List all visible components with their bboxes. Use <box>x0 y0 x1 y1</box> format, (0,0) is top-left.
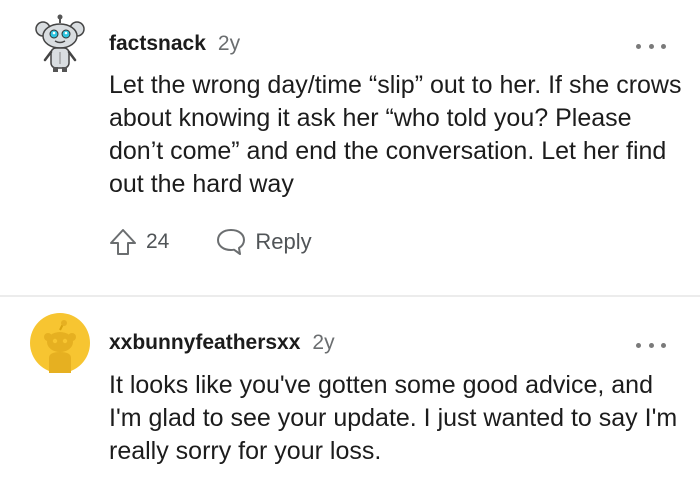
comment-age: 2y <box>312 331 335 354</box>
username-link[interactable]: xxbunnyfeathersxx <box>109 331 300 354</box>
dot-icon <box>636 43 641 49</box>
speech-bubble-icon <box>217 229 246 255</box>
default-snoo-avatar-icon <box>30 313 90 373</box>
comment-body: Let the wrong day/time “slip” out to her… <box>109 71 682 198</box>
user-avatar[interactable] <box>30 313 90 373</box>
dot-icon <box>648 43 654 49</box>
comment-body: It looks like you've gotten some good ad… <box>109 371 678 465</box>
robot-snoo-avatar-icon <box>35 14 85 72</box>
dot-icon <box>661 43 666 49</box>
username-link[interactable]: factsnack <box>109 32 206 55</box>
dot-icon <box>648 342 654 348</box>
comment-age: 2y <box>217 32 241 55</box>
reply-label: Reply <box>255 229 312 254</box>
more-options-button[interactable] <box>636 339 666 351</box>
dot-icon <box>636 342 641 348</box>
comment-actions: 24 Reply <box>108 224 312 260</box>
vote-count: 24 <box>146 230 170 253</box>
upvote-button[interactable]: 24 <box>108 227 169 257</box>
user-avatar[interactable] <box>30 14 90 74</box>
reply-button[interactable]: Reply <box>215 227 312 257</box>
comment-meta: factsnack 2y <box>109 32 240 56</box>
more-options-button[interactable] <box>636 40 666 52</box>
comment: factsnack 2y Let the wrong day/time “slip… <box>0 0 700 296</box>
dot-icon <box>661 342 666 348</box>
upvote-arrow-icon <box>110 229 136 255</box>
comment-meta: xxbunnyfeathersxx 2y <box>109 331 335 355</box>
comment: xxbunnyfeathersxx 2y It looks like you've… <box>0 297 700 486</box>
